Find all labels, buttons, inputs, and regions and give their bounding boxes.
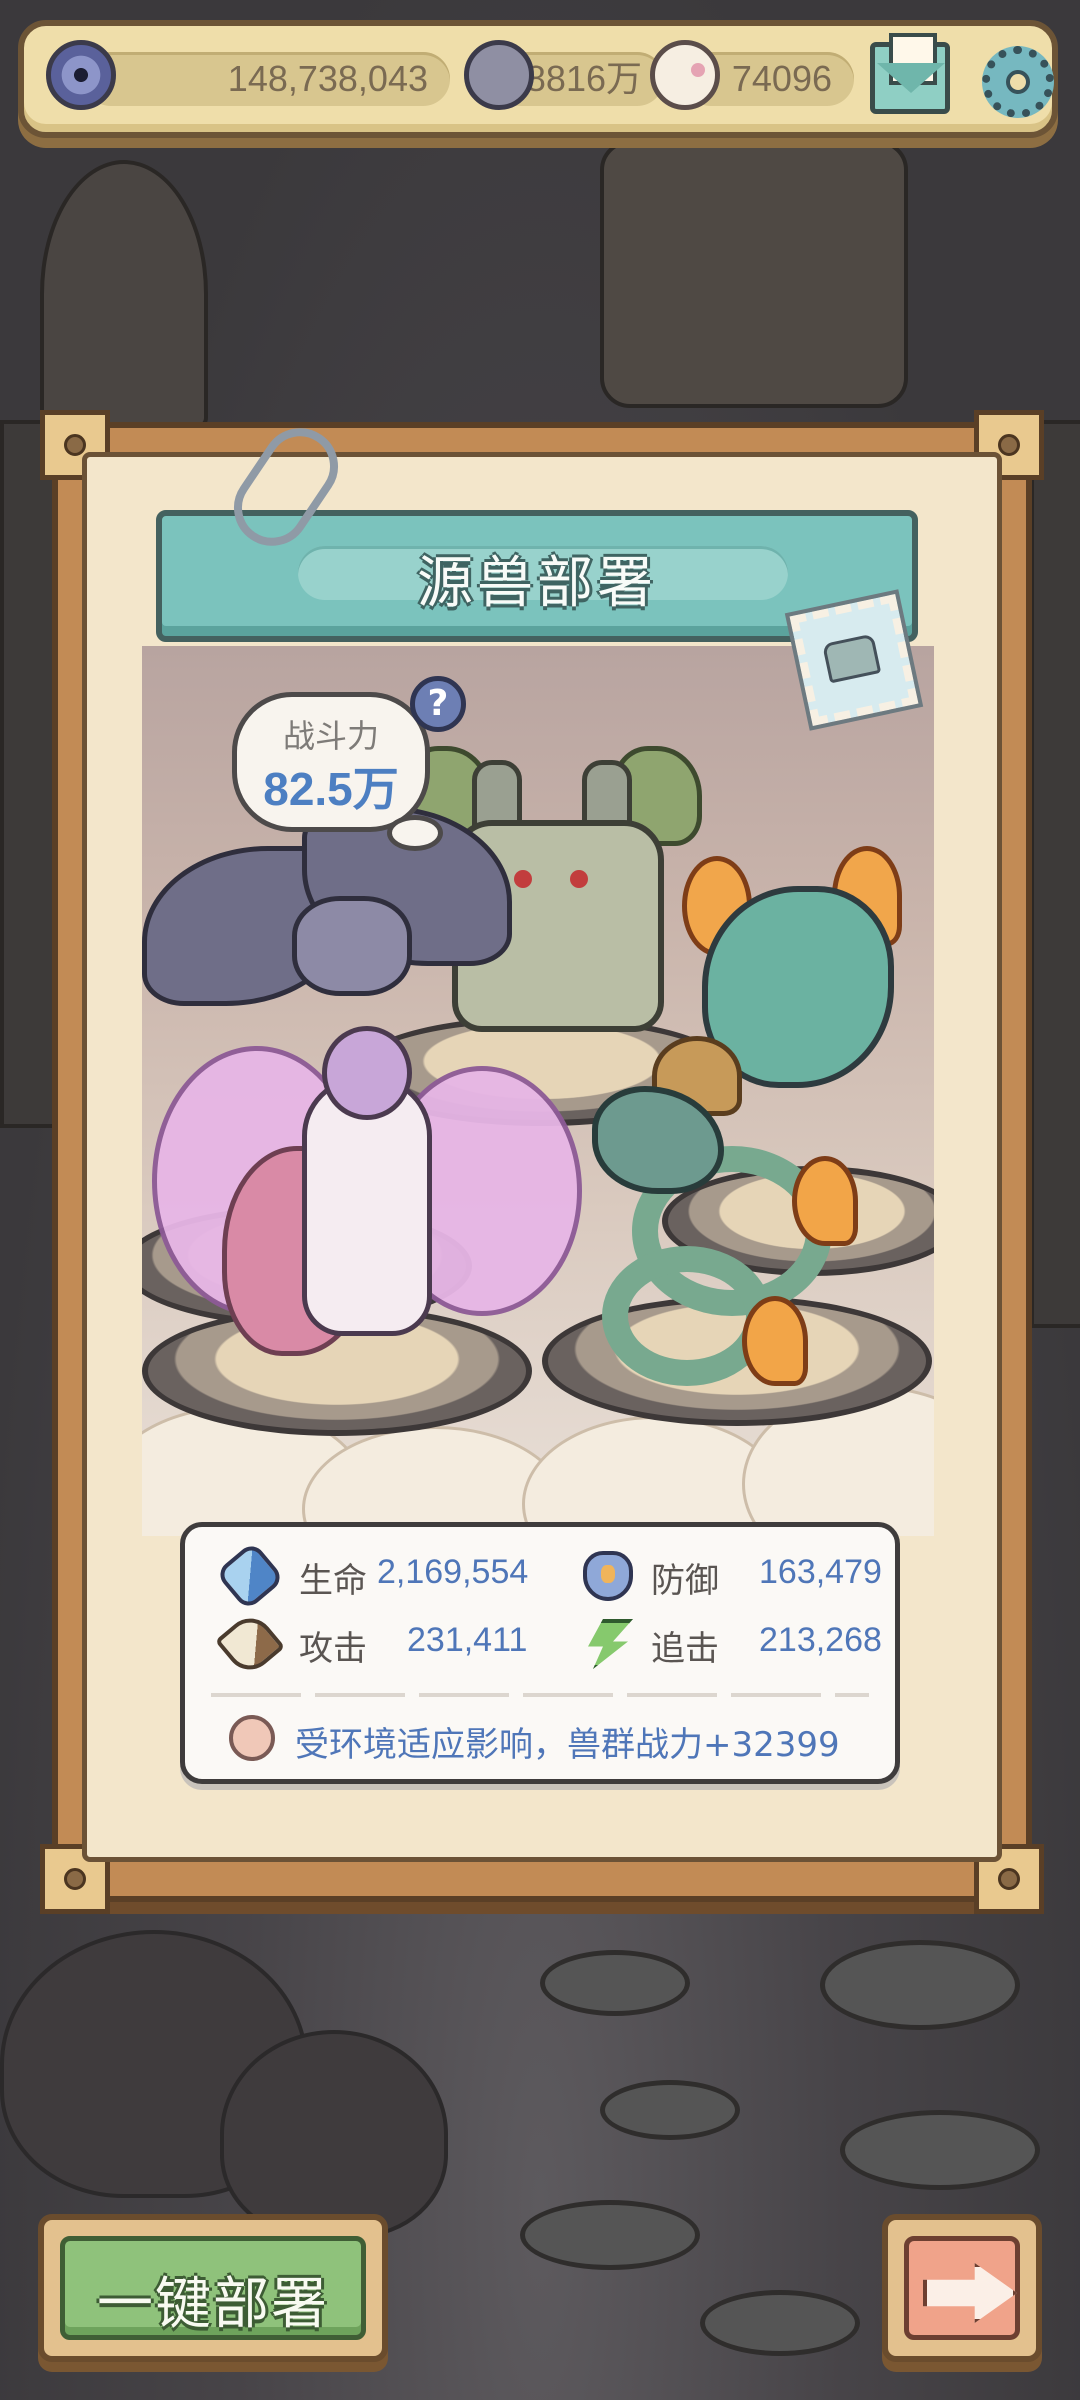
power-value: 82.5万 bbox=[263, 763, 399, 815]
attack-icon bbox=[214, 1608, 286, 1680]
stepping-stone bbox=[700, 2290, 860, 2356]
blob-icon bbox=[464, 40, 534, 110]
demon-head bbox=[292, 896, 412, 996]
chase-icon bbox=[588, 1619, 633, 1669]
arrow-right-icon bbox=[923, 2263, 1017, 2323]
next-button-face bbox=[904, 2236, 1020, 2340]
gear-icon[interactable] bbox=[982, 46, 1054, 118]
divider bbox=[211, 1693, 869, 1697]
chase-label: 追击 bbox=[651, 1629, 719, 1669]
fire bbox=[742, 1296, 808, 1386]
mail-icon[interactable] bbox=[870, 33, 950, 114]
defense-value: 163,479 bbox=[759, 1553, 882, 1591]
fire bbox=[792, 1156, 858, 1246]
defense-icon bbox=[583, 1551, 633, 1601]
stats-panel: 生命 2,169,554 防御 163,479 攻击 231,411 追击 21… bbox=[180, 1522, 900, 1784]
stepping-stone bbox=[540, 1950, 690, 2016]
environment-note: 受环境适应影响，兽群战力+32399 bbox=[295, 1725, 840, 1765]
help-icon[interactable]: ? bbox=[410, 676, 466, 732]
stepping-stone bbox=[600, 2080, 740, 2140]
one-click-deploy-button[interactable]: 一键部署 bbox=[38, 2214, 388, 2362]
stepping-stone bbox=[840, 2110, 1040, 2190]
hut-left bbox=[40, 160, 208, 428]
stepping-stone bbox=[820, 1940, 1020, 2030]
deploy-button-face: 一键部署 bbox=[60, 2236, 366, 2340]
attack-value: 231,411 bbox=[407, 1621, 528, 1659]
hp-icon bbox=[214, 1540, 286, 1612]
stamp-icon[interactable] bbox=[784, 589, 924, 731]
page-title: 源兽部署 bbox=[417, 551, 657, 616]
eye-icon bbox=[46, 40, 116, 110]
coins-value: 148,738,043 bbox=[84, 52, 450, 106]
power-label: 战斗力 bbox=[282, 717, 379, 755]
totem-background bbox=[600, 140, 908, 408]
environment-icon bbox=[229, 1715, 275, 1761]
chase-value: 213,268 bbox=[759, 1621, 882, 1659]
pillar-right bbox=[1030, 420, 1080, 1328]
resource-bar: 148,738,043 8816万 74096 bbox=[18, 20, 1058, 138]
ghost-icon bbox=[650, 40, 720, 110]
power-bubble: 战斗力 82.5万 bbox=[232, 692, 443, 851]
hp-value: 2,169,554 bbox=[377, 1553, 529, 1591]
bush bbox=[220, 2030, 448, 2238]
deploy-button-label: 一键部署 bbox=[97, 2272, 329, 2337]
next-button[interactable] bbox=[882, 2214, 1042, 2362]
attack-label: 攻击 bbox=[299, 1629, 367, 1669]
spirit-goddess-beast[interactable] bbox=[152, 986, 582, 1406]
goddess-head bbox=[322, 1026, 412, 1120]
golem-eye bbox=[514, 870, 532, 888]
stepping-stone bbox=[520, 2200, 700, 2270]
river-dragon-beast[interactable] bbox=[542, 1036, 872, 1406]
golem-eye bbox=[570, 870, 588, 888]
defense-label: 防御 bbox=[651, 1561, 719, 1601]
hp-label: 生命 bbox=[299, 1561, 367, 1601]
